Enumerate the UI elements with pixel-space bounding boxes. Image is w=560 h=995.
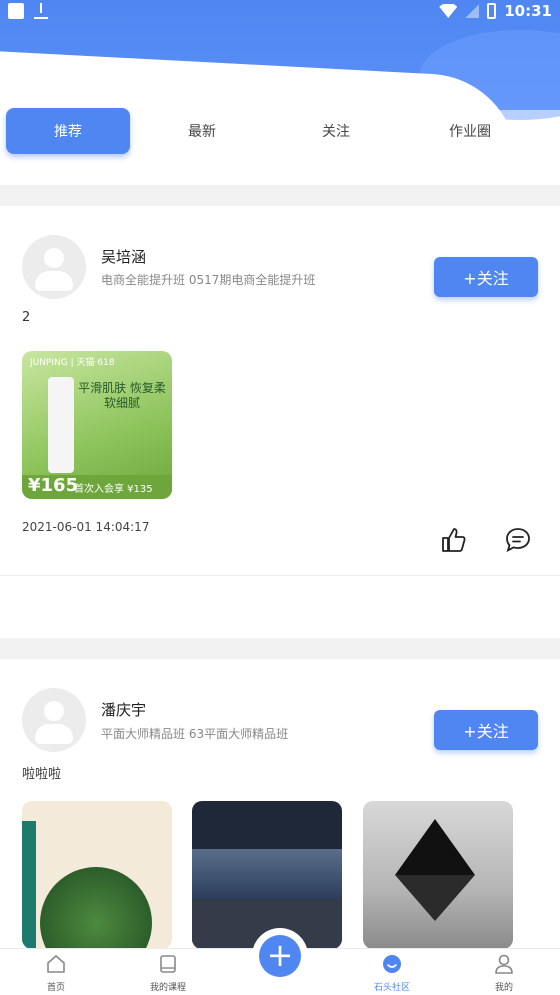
follow-button[interactable]: +关注: [434, 257, 538, 297]
post-image[interactable]: [363, 801, 513, 949]
tab-latest[interactable]: 最新: [140, 108, 264, 154]
author-name[interactable]: 吴培涵: [101, 246, 146, 267]
nav-home[interactable]: 首页: [16, 953, 96, 993]
community-icon: [383, 955, 401, 973]
divider: [0, 575, 560, 576]
comment-icon[interactable]: [504, 526, 532, 554]
create-post-button[interactable]: +: [254, 930, 306, 982]
tab-following[interactable]: 关注: [274, 108, 398, 154]
class-info: 平面大师精品班 63平面大师精品班: [101, 727, 289, 741]
post-date: 2021-06-01 14:04:17: [22, 520, 150, 534]
nav-home-label: 首页: [46, 983, 65, 993]
class-info: 电商全能提升班 0517期电商全能提升班: [101, 273, 316, 287]
nav-community[interactable]: 石头社区: [352, 953, 432, 993]
image-price: ¥165: [28, 475, 79, 496]
avatar[interactable]: [22, 688, 86, 752]
tab-recommend[interactable]: 推荐: [6, 108, 130, 154]
tab-homework[interactable]: 作业圈: [408, 108, 532, 154]
book-icon: [160, 955, 176, 973]
author-name[interactable]: 潘庆宇: [101, 699, 146, 720]
post-text: 啦啦啦: [22, 767, 62, 782]
follow-button[interactable]: +关注: [434, 710, 538, 750]
battery-icon: [487, 3, 497, 19]
status-bar: 10:31: [0, 0, 560, 24]
plus-icon: +: [259, 935, 301, 977]
post-image[interactable]: [192, 801, 342, 949]
image-promo-text: 平滑肌肤 恢复柔软细腻: [78, 381, 166, 410]
status-time: 10:31: [504, 2, 552, 20]
nav-my-courses[interactable]: 我的课程: [128, 953, 208, 993]
tab-bar: 推荐 最新 关注 作业圈: [0, 108, 560, 156]
notification-icon: [8, 3, 24, 19]
wifi-icon: [439, 4, 458, 18]
header: 10:31 推荐 最新 关注 作业圈: [0, 0, 560, 185]
post-card: 潘庆宇 平面大师精品班 63平面大师精品班 +关注 啦啦啦: [0, 659, 560, 949]
user-icon: [495, 954, 513, 974]
nav-profile[interactable]: 我的: [464, 953, 544, 993]
post-image[interactable]: JUNPING | 天猫·618 平滑肌肤 恢复柔软细腻 ¥165 首次入会享 …: [22, 351, 172, 499]
download-icon: [34, 3, 48, 19]
home-icon: [47, 955, 65, 973]
like-icon[interactable]: [440, 526, 468, 554]
post-image[interactable]: [22, 801, 172, 949]
post-text: 2: [22, 310, 31, 325]
image-banner-text: 首次入会享 ¥135: [74, 484, 153, 495]
nav-profile-label: 我的: [494, 983, 513, 993]
signal-icon: [465, 4, 480, 18]
avatar[interactable]: [22, 235, 86, 299]
post-card: 吴培涵 电商全能提升班 0517期电商全能提升班 +关注 2 JUNPING |…: [0, 206, 560, 638]
image-brand: JUNPING | 天猫·618: [30, 358, 115, 368]
nav-community-label: 石头社区: [373, 983, 410, 993]
product-bottle: [48, 377, 74, 473]
nav-my-courses-label: 我的课程: [149, 983, 186, 993]
